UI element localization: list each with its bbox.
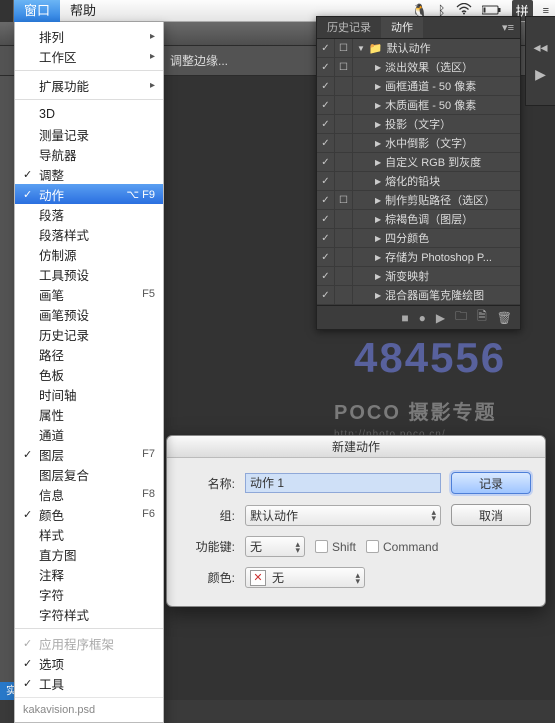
menu-item[interactable]: 排列 (15, 26, 163, 46)
actions-panel: 历史记录 动作 ▾≡ ✓☐▼📁默认动作✓☐▶淡出效果（选区）✓▶画框通道 - 5… (316, 16, 521, 330)
new-action-icon[interactable]: 🗎 (477, 307, 487, 328)
color-swatch-icon: ✕ (250, 570, 266, 586)
menu-item[interactable]: 属性 (15, 404, 163, 424)
menu-item[interactable]: 画笔预设 (15, 304, 163, 324)
action-row[interactable]: ✓☐▶淡出效果（选区） (317, 58, 520, 77)
action-row[interactable]: ✓▶投影（文字） (317, 115, 520, 134)
panel-menu-icon[interactable]: ▾≡ (496, 17, 520, 38)
name-input[interactable]: 动作 1 (245, 473, 441, 493)
cancel-button[interactable]: 取消 (451, 504, 531, 526)
action-row[interactable]: ✓▶熔化的铅块 (317, 172, 520, 191)
menu-item[interactable]: 样式 (15, 524, 163, 544)
tab-history[interactable]: 历史记录 (317, 17, 381, 38)
menu-item[interactable]: 工具预设 (15, 264, 163, 284)
fkey-select[interactable]: 无▴▾ (245, 536, 305, 557)
spotlight-icon[interactable]: ≡ (543, 5, 549, 17)
menu-item[interactable]: 直方图 (15, 544, 163, 564)
menu-item[interactable]: 3D (15, 104, 163, 124)
menu-window[interactable]: 窗口 (14, 0, 60, 22)
watermark-number: 484556 (354, 334, 506, 382)
menu-item[interactable]: ✓调整 (15, 164, 163, 184)
dock-expand-icon[interactable]: ◂◂ (533, 39, 547, 56)
fkey-label: 功能键: (181, 538, 235, 555)
menu-item[interactable]: 测量记录 (15, 124, 163, 144)
panel-footer: ■ ● ▶ 🗀 🗎 🗑 (317, 305, 520, 329)
menu-item[interactable]: 注释 (15, 564, 163, 584)
watermark-brand: POCO 摄影专题 http://photo.poco.cn/ (334, 396, 496, 440)
menu-item[interactable]: ✓图层F7 (15, 444, 163, 464)
action-row[interactable]: ✓▶画框通道 - 50 像素 (317, 77, 520, 96)
stop-icon[interactable]: ■ (401, 311, 408, 325)
menu-item[interactable]: 路径 (15, 344, 163, 364)
menu-item[interactable]: 段落 (15, 204, 163, 224)
menu-item[interactable]: 扩展功能 (15, 75, 163, 95)
record-icon[interactable]: ● (419, 311, 426, 325)
action-row[interactable]: ✓▶木质画框 - 50 像素 (317, 96, 520, 115)
action-row[interactable]: ✓▶棕褐色调（图层） (317, 210, 520, 229)
action-row[interactable]: ✓▶存储为 Photoshop P... (317, 248, 520, 267)
action-row[interactable]: ✓▶水中倒影（文字） (317, 134, 520, 153)
play-icon[interactable]: ▶ (436, 311, 445, 325)
menu-item[interactable]: ✓应用程序框架 (15, 633, 163, 653)
menu-item[interactable]: 仿制源 (15, 244, 163, 264)
action-row[interactable]: ✓☐▼📁默认动作 (317, 39, 520, 58)
new-set-icon[interactable]: 🗀 (455, 307, 467, 328)
menu-item[interactable]: 字符样式 (15, 604, 163, 624)
menu-item[interactable]: 字符 (15, 584, 163, 604)
set-select[interactable]: 默认动作▴▾ (245, 505, 441, 526)
tab-actions[interactable]: 动作 (381, 17, 423, 38)
left-app-icon (0, 0, 14, 22)
trash-icon[interactable]: 🗑 (497, 311, 512, 325)
action-row[interactable]: ✓▶四分颜色 (317, 229, 520, 248)
menu-item[interactable]: 工作区 (15, 46, 163, 66)
menu-item[interactable]: 时间轴 (15, 384, 163, 404)
menu-item[interactable]: ✓动作⌥ F9 (15, 184, 163, 204)
action-row[interactable]: ✓▶渐变映射 (317, 267, 520, 286)
window-menu-dropdown: 排列工作区 扩展功能 3D测量记录导航器✓调整✓动作⌥ F9段落段落样式仿制源工… (14, 22, 164, 723)
dialog-title: 新建动作 (167, 436, 545, 458)
menu-item[interactable]: ✓颜色F6 (15, 504, 163, 524)
menu-item[interactable]: 信息F8 (15, 484, 163, 504)
menu-doc-item[interactable]: kakavision.psd (15, 697, 163, 722)
command-checkbox[interactable]: Command (366, 540, 438, 554)
dock-play-icon[interactable]: ▶ (535, 66, 546, 83)
menu-item[interactable]: 段落样式 (15, 224, 163, 244)
record-button[interactable]: 记录 (451, 472, 531, 494)
menu-help[interactable]: 帮助 (60, 0, 106, 22)
menu-item[interactable]: 画笔F5 (15, 284, 163, 304)
menu-item[interactable]: ✓工具 (15, 673, 163, 693)
name-label: 名称: (181, 475, 235, 492)
color-select[interactable]: ✕无 ▴▾ (245, 567, 365, 588)
action-row[interactable]: ✓☐▶制作剪贴路径（选区） (317, 191, 520, 210)
refine-edge-button[interactable]: 调整边缘... (170, 52, 228, 69)
menu-item[interactable]: 导航器 (15, 144, 163, 164)
color-label: 颜色: (181, 569, 235, 586)
menu-item[interactable]: 通道 (15, 424, 163, 444)
new-action-dialog: 新建动作 名称: 动作 1 记录 组: 默认动作▴▾ 取消 功能键: 无▴▾ S… (166, 435, 546, 607)
action-row[interactable]: ✓▶混合器画笔克隆绘图 (317, 286, 520, 305)
set-label: 组: (181, 507, 235, 524)
side-dock: ◂◂ ▶ (525, 16, 555, 106)
menu-item[interactable]: ✓选项 (15, 653, 163, 673)
action-row[interactable]: ✓▶自定义 RGB 到灰度 (317, 153, 520, 172)
menu-item[interactable]: 图层复合 (15, 464, 163, 484)
menu-item[interactable]: 色板 (15, 364, 163, 384)
menu-item[interactable]: 历史记录 (15, 324, 163, 344)
shift-checkbox[interactable]: Shift (315, 540, 356, 554)
